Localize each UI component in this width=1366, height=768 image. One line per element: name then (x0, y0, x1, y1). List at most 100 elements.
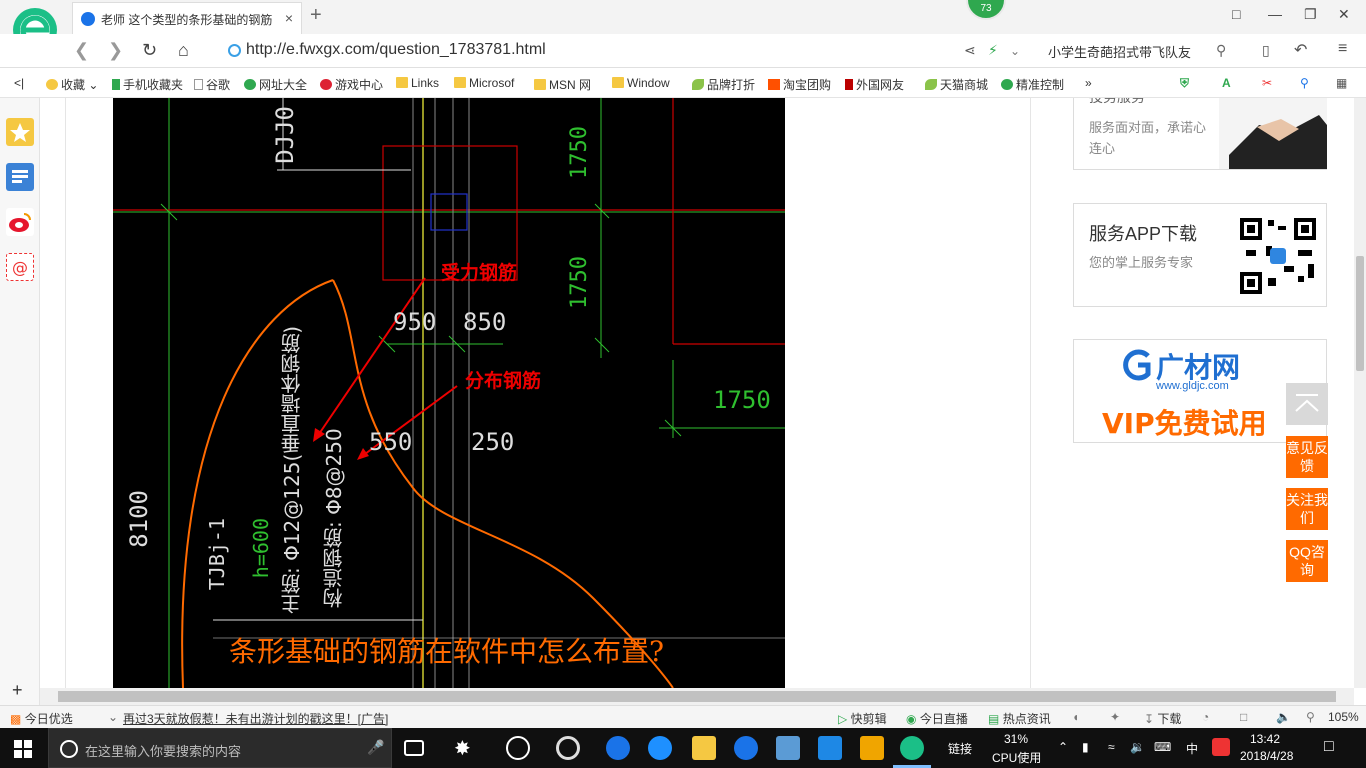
wifi-icon[interactable]: ≈ (1108, 740, 1115, 754)
speedometer-icon[interactable]: ◖ (1072, 710, 1079, 724)
mobile-icon[interactable]: ▯ (1262, 42, 1270, 59)
vertical-scrollbar[interactable] (1354, 98, 1366, 688)
shirt-skin-icon[interactable]: □ (1232, 6, 1240, 22)
new-tab-button[interactable]: + (310, 4, 322, 27)
search-suggestion[interactable]: 小学生奇葩招式带飞队友 (1048, 42, 1191, 61)
bookmark-item-tmall[interactable]: 天猫商城 (925, 76, 988, 93)
grid-icon[interactable]: ▦ (1336, 76, 1347, 90)
undo-icon[interactable]: ↶ (1294, 40, 1307, 60)
notes-app-icon[interactable] (860, 736, 884, 760)
task-view-icon[interactable] (404, 740, 424, 756)
favorites-star-icon[interactable] (6, 118, 34, 146)
tab-close-icon[interactable]: × (285, 10, 293, 26)
search-icon[interactable]: ⚲ (1216, 42, 1226, 59)
notification-badge[interactable]: 73 (966, 0, 1006, 20)
news-button[interactable]: ▤ 热点资讯 (988, 710, 1051, 727)
horizontal-scroll-thumb[interactable] (58, 691, 1336, 702)
translate-icon[interactable]: A (1222, 76, 1231, 90)
ime-indicator[interactable]: 中 (1186, 740, 1198, 757)
bookmark-item-msn[interactable]: MSN 网 (534, 76, 591, 93)
store-icon[interactable] (776, 736, 800, 760)
horizontal-scrollbar[interactable] (40, 688, 1354, 705)
sogou-ime-icon[interactable] (1212, 738, 1230, 756)
bookmarks-more-button[interactable]: » (1085, 76, 1092, 90)
back-to-top-button[interactable] (1286, 383, 1328, 425)
vertical-scroll-thumb[interactable] (1356, 256, 1364, 371)
glodon-g-icon[interactable] (734, 736, 758, 760)
reader-icon[interactable] (6, 163, 34, 191)
lightning-icon[interactable]: ⚡ (988, 42, 998, 59)
clean-icon[interactable]: ◔ (1202, 710, 1209, 724)
browser-tab-active[interactable]: 老师 这个类型的条形基础的钢筋 × (72, 2, 302, 34)
clock-time[interactable]: 13:42 (1250, 732, 1280, 746)
back-button[interactable]: ❮ (74, 40, 89, 61)
bookmark-item-control[interactable]: 精准控制 (1001, 76, 1064, 93)
chevron-down-icon[interactable]: ⌄ (1010, 44, 1020, 58)
zoom-level[interactable]: 105% (1328, 710, 1359, 724)
ie-e-icon[interactable] (506, 736, 530, 760)
kuaijianji-button[interactable]: ▷ 快剪辑 (838, 710, 887, 727)
bookmark-item-mobile[interactable]: 手机收藏夹 (112, 76, 183, 93)
status-ad-link[interactable]: 再过3天就放假惹！未有出游计划的戳这里！[广告] (123, 710, 388, 727)
keyboard-icon[interactable]: ⌨ (1154, 740, 1171, 754)
refresh-button[interactable]: ↻ (142, 40, 157, 61)
file-explorer-icon[interactable] (692, 736, 716, 760)
edge-icon[interactable] (606, 736, 630, 760)
windows-start-icon[interactable] (14, 740, 32, 758)
app-download-card[interactable]: 服务APP下载 您的掌上服务专家 (1073, 203, 1327, 307)
battery-icon[interactable]: ▮ (1082, 740, 1089, 754)
share-icon[interactable]: ⋖ (964, 42, 976, 59)
live-button[interactable]: ◉ 今日直播 (906, 710, 968, 727)
menu-icon[interactable]: ≡ (1338, 40, 1347, 58)
window-icon[interactable]: □ (1240, 710, 1247, 724)
qq-consult-button[interactable]: QQ咨询 (1286, 540, 1328, 582)
taskbar-link-label[interactable]: 链接 (948, 740, 972, 757)
bookmark-item-windows[interactable]: Window (612, 76, 670, 90)
sidebar-toggle-button[interactable]: <| (14, 76, 24, 90)
cad-linework (113, 98, 785, 688)
volume-icon[interactable]: 🔈 (1276, 710, 1291, 724)
service-card[interactable]: 投务服务 服务面对面，承诺心连心 (1073, 98, 1327, 170)
today-picks[interactable]: ▩ 今日优选 (10, 710, 73, 727)
g-app-icon[interactable] (556, 736, 580, 760)
follow-us-button[interactable]: 关注我们 (1286, 488, 1328, 530)
home-button[interactable]: ⌂ (178, 40, 189, 61)
qr-code-image[interactable] (1238, 216, 1318, 296)
zoom-icon[interactable]: ⚲ (1306, 710, 1315, 724)
internet-explorer-icon[interactable] (648, 736, 672, 760)
chevron-down-icon[interactable]: ⌄ (108, 710, 118, 724)
shield-icon[interactable]: ⛨ (1180, 76, 1189, 91)
bookmark-item-favorites[interactable]: 收藏 ⌄ (46, 76, 98, 93)
bookmark-item-microsoft[interactable]: Microsof (454, 76, 514, 90)
add-sidebar-icon[interactable]: + (12, 680, 23, 701)
feedback-button[interactable]: 意见反馈 (1286, 436, 1328, 478)
bookmark-item-foreign[interactable]: 外国网友 (845, 76, 904, 93)
bookmark-item-brand[interactable]: 品牌打折 (692, 76, 755, 93)
restore-button[interactable]: ❐ (1304, 6, 1317, 23)
bookmark-item-google[interactable]: 谷歌 (194, 76, 230, 93)
clock-date[interactable]: 2018/4/28 (1240, 749, 1293, 763)
tray-expand-icon[interactable]: ⌃ (1058, 740, 1068, 754)
pinwheel-icon[interactable]: ✸ (454, 736, 478, 760)
taskbar-search-field[interactable]: 在这里输入你要搜索的内容 🎤 (48, 728, 392, 768)
bookmark-item-taobao[interactable]: 淘宝团购 (768, 76, 831, 93)
teamviewer-icon[interactable] (818, 736, 842, 760)
active-browser-icon[interactable] (900, 736, 924, 760)
download-button[interactable]: ↧ 下载 (1144, 710, 1181, 727)
pin-icon[interactable]: ✦ (1110, 710, 1120, 724)
email-icon[interactable]: @ (6, 253, 34, 281)
bookmark-item-directory[interactable]: 网址大全 (244, 76, 307, 93)
notification-center-icon[interactable]: □ (1324, 738, 1334, 756)
close-window-button[interactable]: ✕ (1338, 6, 1350, 23)
bookmark-item-games[interactable]: 游戏中心 (320, 76, 383, 93)
url-text[interactable]: http://e.fwxgx.com/question_1783781.html (246, 41, 546, 59)
weibo-icon[interactable] (6, 208, 34, 236)
forward-button[interactable]: ❯ (108, 40, 123, 61)
url-field[interactable]: http://e.fwxgx.com/question_1783781.html (224, 39, 1040, 63)
search-tool-icon[interactable]: ⚲ (1300, 76, 1309, 90)
scissors-icon[interactable]: ✂ (1262, 76, 1272, 90)
microphone-icon[interactable]: 🎤 (367, 739, 384, 756)
bookmark-item-links[interactable]: Links (396, 76, 439, 90)
minimize-button[interactable]: — (1268, 6, 1282, 22)
volume-tray-icon[interactable]: 🔉 (1130, 740, 1145, 754)
